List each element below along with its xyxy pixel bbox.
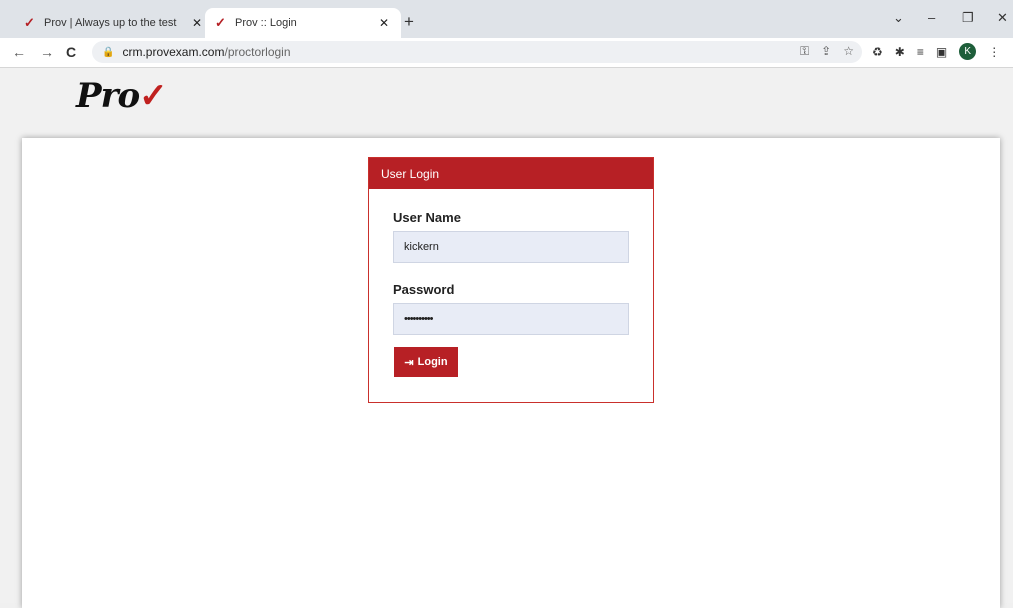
username-label: User Name [393,210,461,225]
side-panel-icon[interactable]: ▣ [936,45,947,59]
share-icon[interactable]: ⇪ [821,44,831,59]
check-icon: ✓ [24,15,35,30]
tab-prov-home[interactable]: ✓ Prov | Always up to the test ✕ [14,8,214,38]
tab-title: Prov :: Login [235,17,297,29]
content-card: User Login User Name kickern Password ••… [22,138,1000,608]
avatar[interactable]: K [959,43,977,60]
logo-text: Pro [76,76,140,116]
extensions-icon[interactable]: ✱ [895,45,905,59]
check-icon: ✓ [139,76,167,116]
back-icon[interactable]: ← [12,44,26,60]
forward-icon[interactable]: → [40,44,54,60]
recycle-icon[interactable]: ♻ [872,45,883,59]
reload-icon[interactable]: C [66,44,76,60]
login-button-label: Login [417,356,448,368]
address-bar[interactable]: 🔒 crm.provexam.com/proctorlogin ⚿ ⇪ ☆ [92,41,862,63]
close-icon[interactable]: ✕ [377,16,391,30]
password-field[interactable]: •••••••••• [393,303,629,335]
prov-logo[interactable]: Pro✓ [76,76,168,116]
password-label: Password [393,282,455,297]
check-icon: ✓ [215,15,226,30]
new-tab-icon[interactable]: + [404,12,414,32]
tab-prov-login[interactable]: ✓ Prov :: Login ✕ [205,8,401,38]
browser-toolbar: ← → C 🔒 crm.provexam.com/proctorlogin ⚿ … [0,38,1013,68]
key-icon[interactable]: ⚿ [800,44,809,59]
lock-icon[interactable]: 🔒 [102,47,114,58]
url-host: crm.provexam.com [122,45,225,59]
page-content: Pro✓ User Login User Name kickern Passwo… [0,68,1013,608]
sign-in-icon: ⇥ [404,356,414,369]
minimize-icon[interactable]: – [928,10,935,25]
star-icon[interactable]: ☆ [843,44,854,59]
panel-header: User Login [369,158,653,189]
close-icon[interactable]: ✕ [190,16,204,30]
chevron-down-icon[interactable]: ⌄ [893,10,904,26]
restore-icon[interactable]: ❐ [962,10,974,26]
tab-title: Prov | Always up to the test [44,17,177,29]
menu-icon[interactable]: ⋮ [988,45,1000,59]
tab-strip: ✓ Prov | Always up to the test ✕ ✓ Prov … [0,0,1013,38]
close-window-icon[interactable]: ✕ [997,10,1008,26]
url-path: /proctorlogin [224,45,291,59]
username-field[interactable]: kickern [393,231,629,263]
reading-list-icon[interactable]: ≡ [917,45,924,59]
login-panel: User Login User Name kickern Password ••… [368,157,654,403]
login-button[interactable]: ⇥ Login [394,347,458,377]
